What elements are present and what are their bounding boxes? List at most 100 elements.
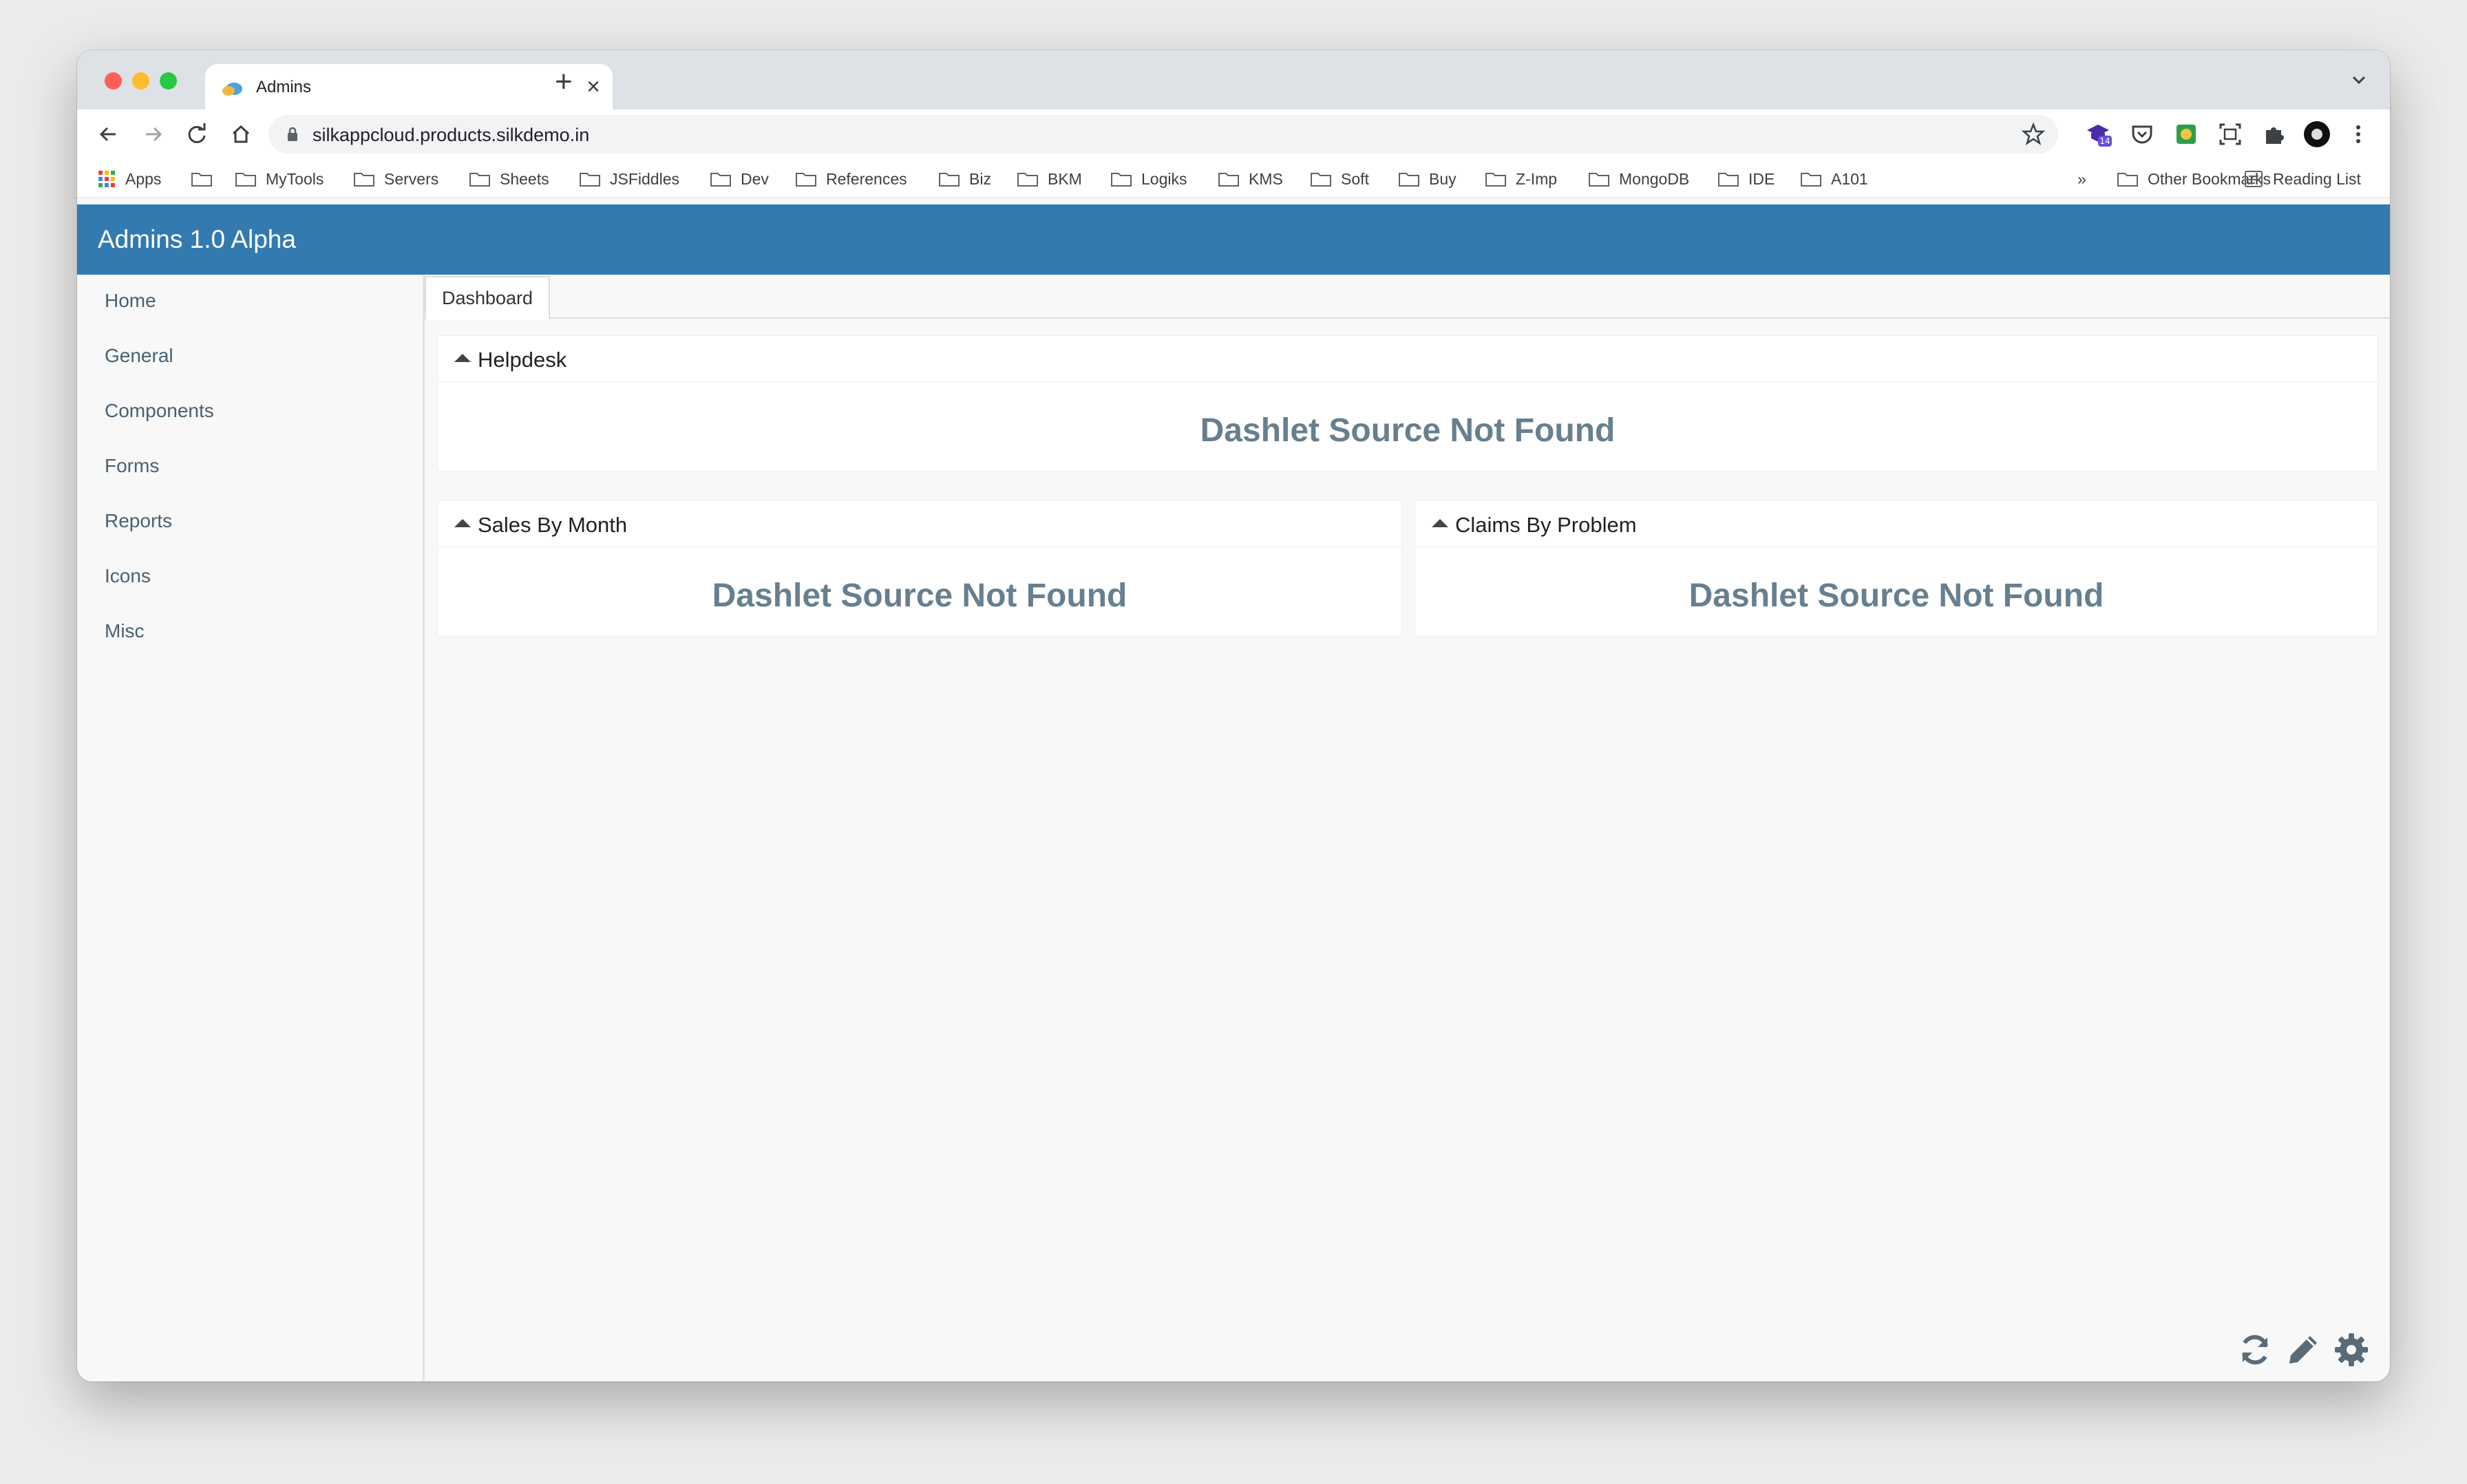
bookmark-label: Sheets	[500, 169, 549, 188]
extension-badge: 14	[2099, 136, 2110, 146]
bookmark-folder[interactable]: Logiks	[1111, 169, 1187, 189]
tab-search-chevron-icon[interactable]	[2350, 71, 2368, 89]
tab-title: Admins	[256, 78, 312, 96]
bookmark-label: Logiks	[1141, 169, 1187, 188]
sidebar-item-forms[interactable]: Forms	[105, 455, 159, 477]
bookmark-folder[interactable]: Servers	[354, 169, 438, 189]
folder-icon	[1311, 173, 1331, 187]
reading-list[interactable]: Reading List	[2244, 169, 2361, 189]
content-tabs: Dashboard	[425, 275, 2390, 320]
sidebar-item-general[interactable]: General	[105, 345, 173, 367]
extension-green-icon[interactable]	[2172, 120, 2200, 148]
collapse-caret-icon[interactable]	[1432, 519, 1448, 527]
reading-list-icon	[2245, 171, 2263, 187]
folder-icon	[1801, 173, 1821, 187]
bookmark-apps[interactable]: Apps	[98, 169, 161, 189]
url-text[interactable]: silkappcloud.products.silkdemo.in	[313, 125, 589, 146]
folder-icon	[1399, 173, 1419, 187]
folder-icon	[1485, 173, 1506, 187]
minimize-window-button[interactable]	[132, 72, 149, 89]
folder-icon	[191, 173, 212, 187]
bookmark-folder[interactable]: Z-Imp	[1485, 169, 1557, 189]
bookmarks-overflow-button[interactable]: »	[2077, 169, 2086, 189]
bookmark-folder[interactable]: Sheets	[469, 169, 549, 189]
dashlet-claims-by-problem: Claims By Problem Dashlet Source Not Fou…	[1415, 500, 2378, 637]
tab-close-icon[interactable]: ×	[586, 74, 600, 100]
sidebar-item-components[interactable]: Components	[105, 400, 214, 422]
app-title[interactable]: Admins 1.0 Alpha	[98, 225, 296, 254]
reload-icon[interactable]	[183, 120, 211, 148]
dashlet-header[interactable]: Sales By Month	[438, 501, 1401, 547]
dashboard-tools	[2237, 1332, 2369, 1368]
bookmark-label: Z-Imp	[1516, 169, 1558, 188]
bookmark-folder[interactable]: JSFiddles	[580, 169, 679, 189]
dashlet-sales-by-month: Sales By Month Dashlet Source Not Found	[437, 500, 1402, 637]
screenshot-icon[interactable]	[2216, 120, 2244, 148]
bookmark-folder[interactable]: Buy	[1399, 169, 1457, 189]
folder-icon	[1589, 173, 1609, 187]
collapse-caret-icon[interactable]	[454, 354, 471, 362]
bookmark-folder[interactable]: References	[796, 169, 907, 189]
bookmark-label: JSFiddles	[610, 169, 679, 188]
puzzle-extensions-icon[interactable]	[2260, 120, 2288, 148]
address-bar[interactable]: silkappcloud.products.silkdemo.in	[268, 115, 2058, 153]
forward-arrow-icon[interactable]	[139, 120, 167, 148]
dashlet-message: Dashlet Source Not Found	[1200, 412, 1616, 449]
bookmark-folder[interactable]: Biz	[939, 169, 991, 189]
back-arrow-icon[interactable]	[95, 120, 123, 148]
bookmark-folder[interactable]: BKM	[1017, 169, 1082, 189]
browser-tab[interactable]: Admins ×	[205, 64, 613, 109]
bookmark-folder[interactable]: MongoDB	[1589, 169, 1689, 189]
bookmark-label: References	[826, 169, 907, 188]
bookmark-folder[interactable]: MyTools	[235, 169, 324, 189]
extension-graduation-icon[interactable]: 14	[2084, 120, 2112, 148]
tab-strip: Admins × +	[77, 50, 2390, 109]
folder-icon	[710, 173, 731, 187]
folder-icon	[580, 173, 600, 187]
maximize-window-button[interactable]	[160, 72, 177, 89]
app-header: Admins 1.0 Alpha	[77, 204, 2390, 275]
bookmark-label: KMS	[1249, 169, 1283, 188]
folder-icon	[354, 173, 374, 187]
bookmark-label: IDE	[1748, 169, 1775, 188]
browser-menu-icon[interactable]	[2344, 120, 2372, 148]
sidebar-item-icons[interactable]: Icons	[105, 565, 151, 587]
folder-icon	[1218, 173, 1239, 187]
folder-icon	[1017, 173, 1038, 187]
bookmark-folder[interactable]: KMS	[1218, 169, 1283, 189]
collapse-caret-icon[interactable]	[454, 519, 471, 527]
bookmark-folder-unnamed[interactable]	[191, 169, 212, 189]
refresh-icon[interactable]	[2237, 1332, 2273, 1368]
new-tab-button[interactable]: +	[555, 67, 573, 97]
bookmark-folder[interactable]: Dev	[710, 169, 769, 189]
pencil-icon[interactable]	[2285, 1332, 2321, 1368]
sidebar-item-reports[interactable]: Reports	[105, 510, 172, 532]
sidebar-item-home[interactable]: Home	[105, 290, 156, 312]
bookmark-star-icon[interactable]	[2021, 122, 2046, 147]
bookmark-folder[interactable]: IDE	[1718, 169, 1775, 189]
folder-icon	[939, 173, 960, 187]
pocket-icon[interactable]	[2128, 120, 2156, 148]
tab-dashboard[interactable]: Dashboard	[425, 276, 550, 320]
folder-icon	[2117, 173, 2138, 187]
folder-icon	[796, 173, 816, 187]
cloud-favicon-icon	[222, 83, 242, 96]
folder-icon	[1111, 173, 1132, 187]
dashlet-header[interactable]: Claims By Problem	[1415, 501, 2378, 547]
home-icon[interactable]	[227, 120, 255, 148]
main-content: Dashboard Helpdesk Dashlet Source Not Fo…	[425, 275, 2390, 1381]
bookmark-folder[interactable]: A101	[1801, 169, 1868, 189]
profile-avatar[interactable]	[2303, 120, 2331, 148]
overflow-chevron-icon: »	[2077, 169, 2086, 188]
dashlet-header[interactable]: Helpdesk	[438, 336, 2378, 382]
close-window-button[interactable]	[105, 72, 122, 89]
folder-icon	[235, 173, 256, 187]
folder-icon	[1718, 173, 1739, 187]
folder-icon	[469, 173, 490, 187]
bookmark-label: Servers	[384, 169, 439, 188]
dashlet-title: Claims By Problem	[1455, 513, 1637, 537]
bookmark-folder[interactable]: Soft	[1311, 169, 1369, 189]
bookmark-label: MongoDB	[1619, 169, 1690, 188]
gear-icon[interactable]	[2333, 1332, 2369, 1368]
sidebar-item-misc[interactable]: Misc	[105, 620, 145, 642]
